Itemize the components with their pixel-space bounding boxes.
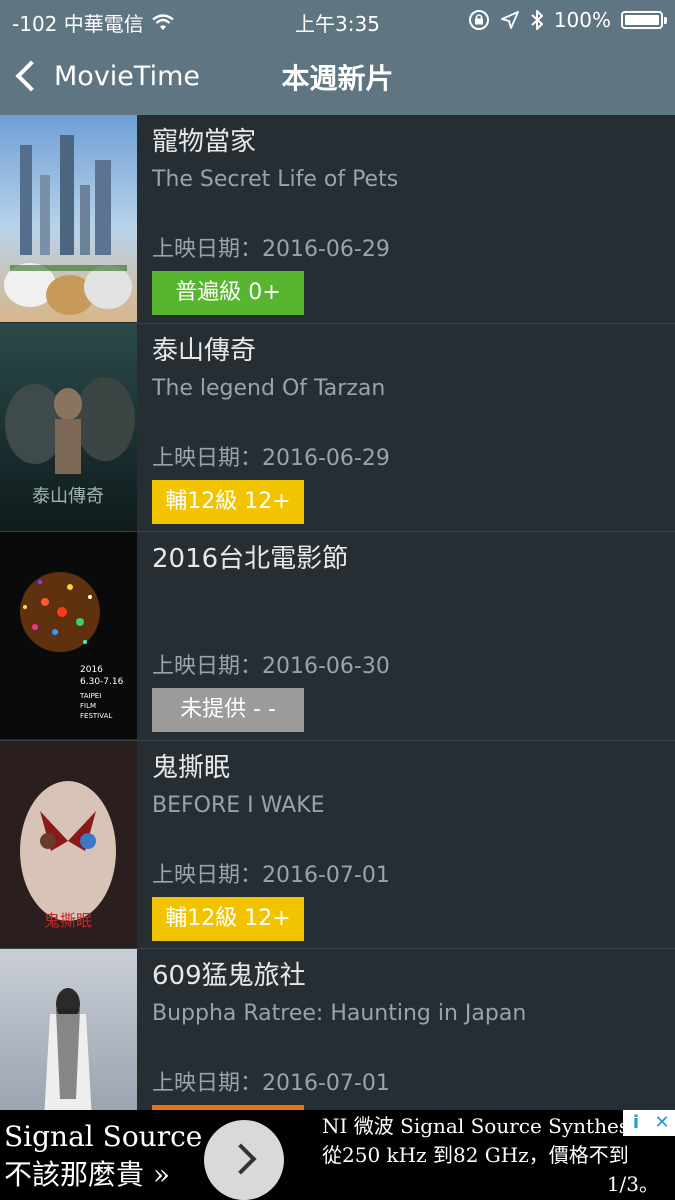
ad-arrow-button[interactable] xyxy=(204,1120,284,1200)
svg-text:2016: 2016 xyxy=(80,665,103,675)
bluetooth-icon xyxy=(531,10,543,30)
rating-badge: 未提供 - - xyxy=(152,688,304,732)
movie-title-zh: 泰山傳奇 xyxy=(152,335,257,366)
top-bar: -102 中華電信 上午3:35 100% MovieTime 本週新片 xyxy=(0,0,675,115)
movie-poster: 泰山傳奇 xyxy=(0,323,137,531)
release-date: 上映日期：2016-07-01 xyxy=(152,1071,390,1096)
rating-badge: 輔12級 12+ xyxy=(152,479,304,524)
ad-body-line1: NI 微波 Signal Source Synthes xyxy=(322,1114,630,1138)
movie-row[interactable]: 泰山傳奇 泰山傳奇 The legend Of Tarzan 上映日期：2016… xyxy=(0,323,675,532)
location-icon xyxy=(500,11,519,29)
svg-text:TAIPEI: TAIPEI xyxy=(79,692,101,700)
svg-text:泰山傳奇: 泰山傳奇 xyxy=(32,486,104,507)
svg-text:FESTIVAL: FESTIVAL xyxy=(80,712,112,720)
ad-headline: Signal Source 不該那麼貴 » xyxy=(4,1118,202,1194)
ad-body: NI 微波 Signal Source Synthes 從250 kHz 到82… xyxy=(322,1112,667,1199)
status-right: 100% xyxy=(468,8,667,32)
battery-percent: 100% xyxy=(553,8,611,32)
release-date: 上映日期：2016-06-30 xyxy=(152,654,390,679)
svg-text:鬼撕眠: 鬼撕眠 xyxy=(44,911,92,930)
info-icon[interactable]: i xyxy=(623,1110,649,1136)
svg-text:6.30-7.16: 6.30-7.16 xyxy=(80,677,124,687)
ad-body-line3: 1/3。 xyxy=(606,1172,659,1196)
movie-poster xyxy=(0,949,137,1110)
movie-poster: 2016 6.30-7.16 TAIPEI FILM FESTIVAL xyxy=(0,532,137,739)
movie-title-en: BEFORE I WAKE xyxy=(152,792,325,818)
page-title: 本週新片 xyxy=(281,62,394,95)
movie-title-zh: 2016台北電影節 xyxy=(152,544,349,574)
movie-poster xyxy=(0,115,137,322)
movie-row[interactable]: 鬼撕眠 鬼撕眠 BEFORE I WAKE 上映日期：2016-07-01 輔1… xyxy=(0,740,675,949)
movie-poster: 鬼撕眠 xyxy=(0,740,137,948)
ad-controls: i ✕ xyxy=(623,1110,675,1136)
ad-headline-line1: Signal Source xyxy=(4,1120,203,1153)
release-date: 上映日期：2016-06-29 xyxy=(152,237,390,262)
movie-list[interactable]: 寵物當家 The Secret Life of Pets 上映日期：2016-0… xyxy=(0,115,675,1110)
close-icon[interactable]: ✕ xyxy=(649,1110,675,1136)
movie-title-zh: 鬼撕眠 xyxy=(152,752,231,783)
release-date: 上映日期：2016-07-01 xyxy=(152,862,390,888)
ad-headline-line2: 不該那麼貴 » xyxy=(4,1158,171,1191)
nav-bar: MovieTime 本週新片 xyxy=(0,40,675,115)
ad-body-line2: 從250 kHz 到82 GHz，價格不到 xyxy=(322,1143,629,1167)
movie-row[interactable]: 609猛鬼旅社 Buppha Ratree: Haunting in Japan… xyxy=(0,949,675,1110)
movie-title-zh: 寵物當家 xyxy=(152,127,257,157)
rating-badge: 輔12級 12+ xyxy=(152,896,304,941)
movie-title-en: The legend Of Tarzan xyxy=(152,375,386,401)
movie-title-en: Buppha Ratree: Haunting in Japan xyxy=(152,1001,527,1026)
rotation-lock-icon xyxy=(468,10,489,30)
movie-title-zh: 609猛鬼旅社 xyxy=(152,961,306,991)
movie-title-en: The Secret Life of Pets xyxy=(152,167,399,192)
movie-row[interactable]: 寵物當家 The Secret Life of Pets 上映日期：2016-0… xyxy=(0,115,675,324)
ad-banner[interactable]: Signal Source 不該那麼貴 » NI 微波 Signal Sourc… xyxy=(0,1110,675,1200)
status-bar: -102 中華電信 上午3:35 100% xyxy=(0,0,675,40)
rating-badge: 普遍級 0+ xyxy=(152,271,304,315)
battery-icon xyxy=(621,11,667,29)
release-date: 上映日期：2016-06-29 xyxy=(152,445,390,471)
movie-row[interactable]: 2016 6.30-7.16 TAIPEI FILM FESTIVAL 2016… xyxy=(0,532,675,741)
svg-text:FILM: FILM xyxy=(80,702,96,710)
